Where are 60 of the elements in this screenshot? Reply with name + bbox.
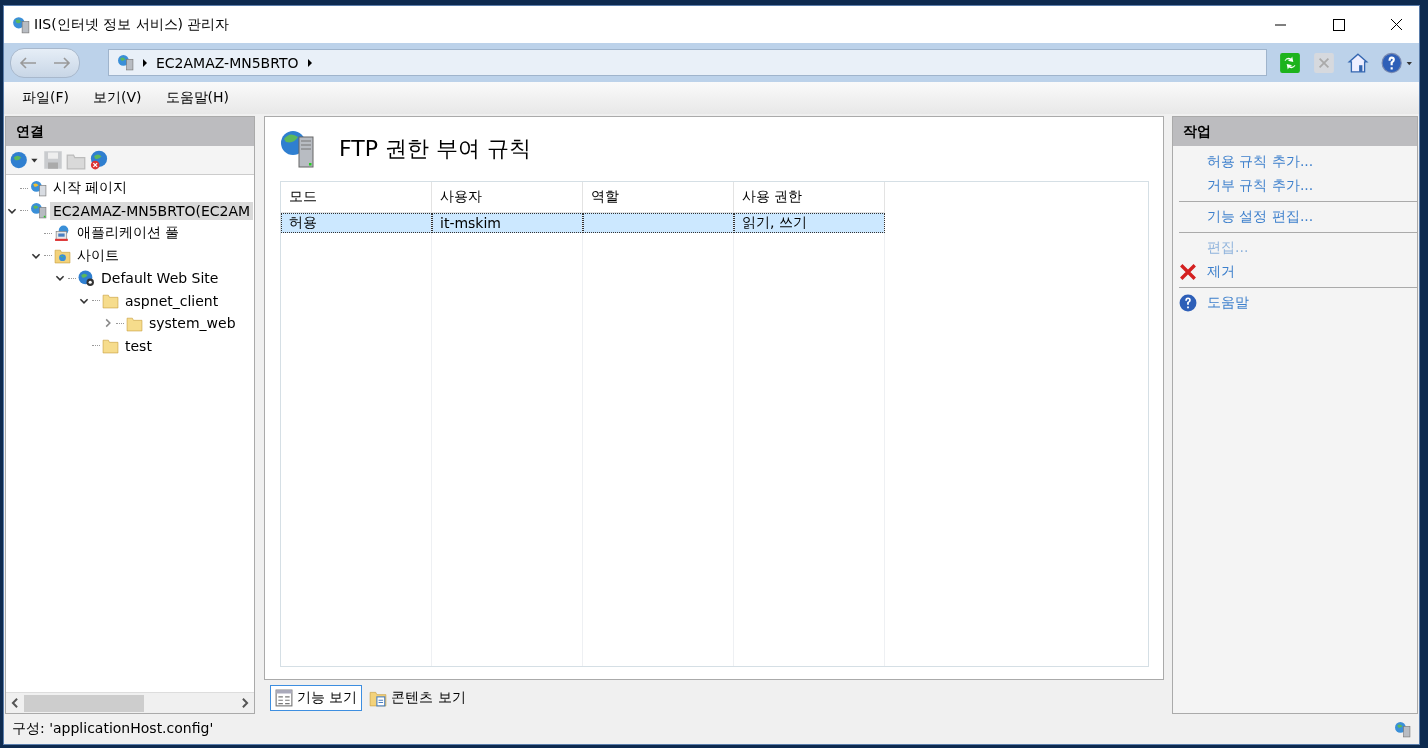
save-icon[interactable] bbox=[43, 150, 63, 170]
table-row[interactable]: 허용 it-mskim 읽기, 쓰기 bbox=[281, 212, 1148, 233]
panel-header: 연결 bbox=[6, 117, 254, 146]
column-header[interactable]: 역할 bbox=[582, 182, 734, 213]
globe-icon bbox=[78, 269, 95, 287]
forward-arrow-icon[interactable] bbox=[52, 55, 72, 70]
tree-item[interactable]: 사이트 bbox=[74, 245, 122, 266]
breadcrumb-arrow-icon[interactable] bbox=[306, 58, 313, 67]
action-link[interactable]: 허용 규칙 추가... bbox=[1207, 153, 1314, 171]
window-title: IIS(인터넷 정보 서비스) 관리자 bbox=[34, 15, 230, 34]
action-link[interactable]: 거부 규칙 추가... bbox=[1207, 177, 1314, 195]
table-cell: 허용 bbox=[289, 214, 317, 230]
menu-item[interactable]: 도움말(H) bbox=[165, 89, 229, 107]
action-link[interactable]: 도움말 bbox=[1207, 294, 1249, 312]
home-icon[interactable] bbox=[1347, 51, 1369, 74]
scroll-thumb[interactable] bbox=[24, 694, 144, 712]
tree-item[interactable]: test bbox=[122, 336, 155, 355]
breadcrumb-arrow-icon[interactable] bbox=[142, 58, 148, 67]
connect-globe-icon[interactable] bbox=[10, 150, 40, 170]
page-title: FTP 권한 부여 규칙 bbox=[339, 135, 531, 163]
server-globe-icon bbox=[117, 54, 134, 71]
server-globe-icon bbox=[30, 202, 47, 220]
tree-item[interactable]: 애플리케이션 풀 bbox=[74, 223, 183, 244]
table-cell: it-mskim bbox=[440, 215, 501, 231]
back-arrow-icon[interactable] bbox=[18, 55, 38, 70]
table-cell: 읽기, 쓰기 bbox=[742, 214, 807, 230]
menu-item[interactable]: 파일(F) bbox=[22, 89, 69, 107]
disconnect-globe-icon[interactable] bbox=[89, 150, 109, 170]
start-page-icon bbox=[30, 179, 47, 197]
action-link[interactable]: 제거 bbox=[1207, 263, 1235, 281]
refresh-icon[interactable] bbox=[1279, 51, 1301, 74]
help-icon bbox=[1179, 294, 1197, 312]
server-globe-icon bbox=[12, 15, 30, 34]
application-pool-icon bbox=[54, 224, 71, 242]
status-text: 구성: 'applicationHost.config' bbox=[12, 720, 214, 738]
remove-x-icon bbox=[1179, 263, 1197, 281]
horizontal-scrollbar[interactable] bbox=[6, 692, 254, 713]
breadcrumb-item[interactable]: EC2AMAZ-MN5BRTO bbox=[156, 54, 299, 71]
tree-item[interactable]: EC2AMAZ-MN5BRTO(EC2AM bbox=[50, 201, 254, 220]
view-tab[interactable]: 기능 보기 bbox=[270, 685, 363, 711]
feature-list-icon bbox=[275, 689, 293, 707]
help-icon[interactable] bbox=[1381, 51, 1413, 74]
folder-icon bbox=[102, 292, 119, 310]
tree-item[interactable]: aspnet_client bbox=[122, 291, 222, 310]
column-header[interactable]: 사용 권한 bbox=[733, 182, 885, 213]
navigation-buttons[interactable] bbox=[10, 47, 80, 78]
folder-document-icon bbox=[369, 689, 388, 707]
action-link[interactable]: 기능 설정 편집... bbox=[1207, 208, 1314, 226]
menu-item[interactable]: 보기(V) bbox=[93, 89, 142, 107]
column-header[interactable]: 사용자 bbox=[431, 182, 583, 213]
folder-globe-icon bbox=[54, 247, 71, 265]
server-globe-icon bbox=[1394, 720, 1411, 738]
folder-icon bbox=[102, 337, 119, 355]
view-tab[interactable]: 콘텐츠 보기 bbox=[364, 685, 471, 711]
column-header[interactable]: 모드 bbox=[281, 182, 432, 213]
tree-item[interactable]: system_web bbox=[146, 314, 239, 333]
address-field[interactable]: EC2AMAZ-MN5BRTO bbox=[108, 49, 1267, 76]
tree-item[interactable]: 시작 페이지 bbox=[50, 178, 131, 199]
panel-header: 작업 bbox=[1173, 117, 1417, 146]
tree-item[interactable]: Default Web Site bbox=[98, 269, 222, 288]
